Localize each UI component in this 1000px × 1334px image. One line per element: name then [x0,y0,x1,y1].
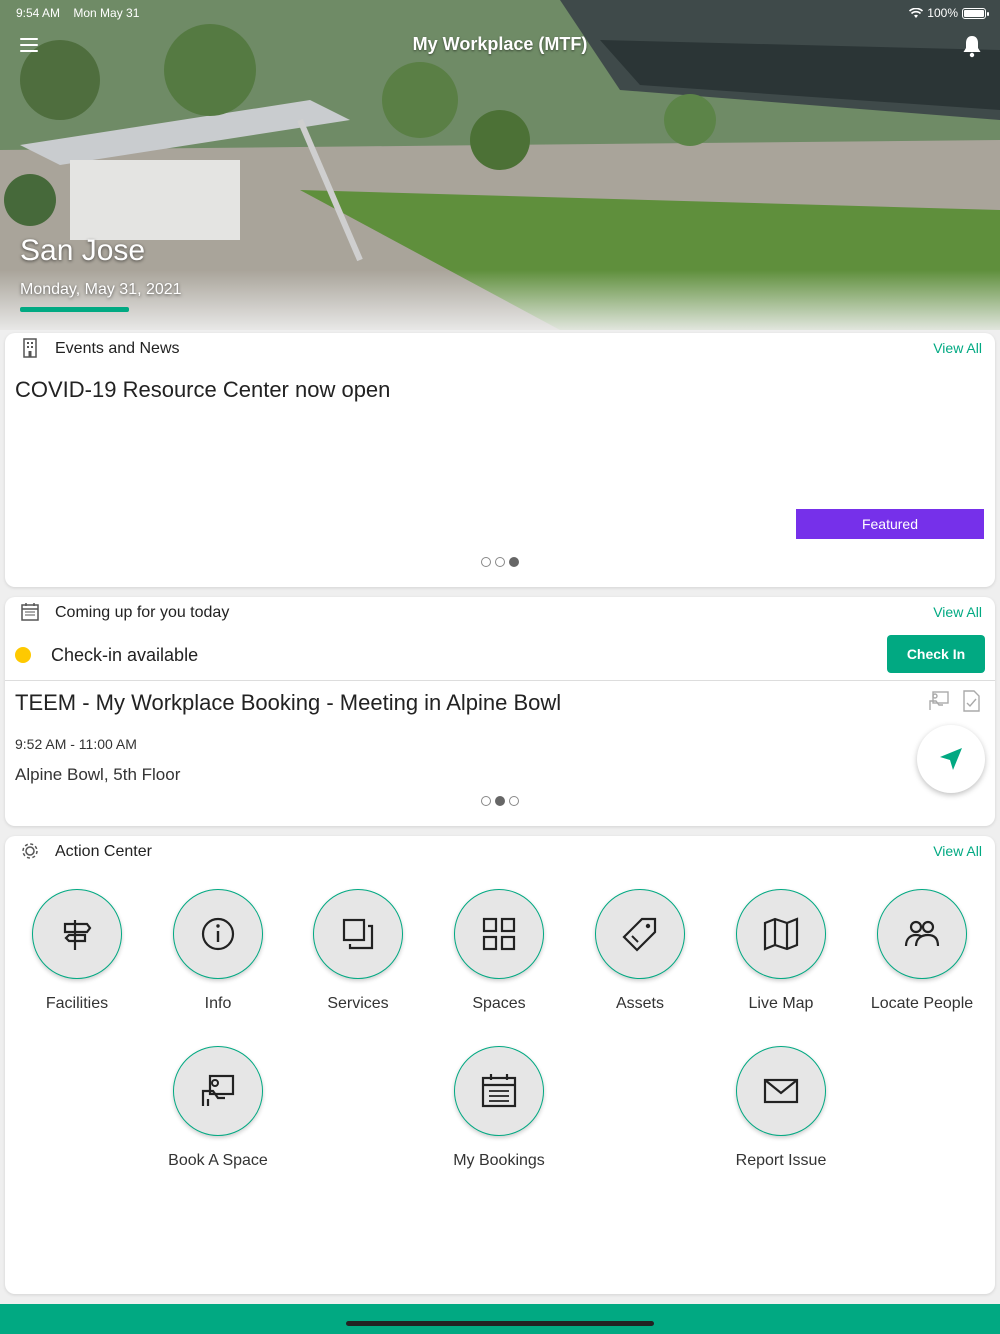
people-icon [904,920,940,947]
action-center-header: Action Center View All [5,836,995,866]
action-center-card: Action Center View All Facilities Info S… [5,836,995,1294]
map-icon [763,917,799,951]
navigate-button[interactable] [917,725,985,793]
hero-fade [0,270,1000,330]
checkin-status-dot [15,647,31,663]
location-name: San Jose [20,234,146,267]
tile-label: My Bookings [453,1152,545,1169]
events-view-all-link[interactable]: View All [933,340,982,356]
my-bookings-button[interactable] [454,1046,544,1136]
app-title: My Workplace (MTF) [412,34,588,54]
date-underline [20,307,129,312]
calendar-icon [481,1074,517,1108]
today-page-indicator[interactable] [5,796,995,806]
events-header: Events and News View All [5,333,995,363]
grid-icon [482,917,516,951]
today-card: Coming up for you today View All Check-i… [5,597,995,826]
status-time: 9:54 AM [16,6,61,20]
wifi-icon [909,7,924,18]
info-button[interactable] [173,889,263,979]
action-tile-report-issue[interactable]: Report Issue [716,1046,846,1170]
book-space-small-icon[interactable] [927,689,951,713]
booking-location: Alpine Bowl, 5th Floor [15,765,181,784]
tile-label: Facilities [45,995,109,1012]
page-dot[interactable] [481,557,491,567]
gear-icon [22,843,38,859]
page-dot[interactable] [481,796,491,806]
tile-label: Report Issue [735,1152,827,1169]
spaces-button[interactable] [454,889,544,979]
tile-label: Spaces [472,995,526,1012]
status-indicators: 100% [909,6,989,20]
action-tile-book-a-space[interactable]: Book A Space [153,1046,283,1170]
locate-people-button[interactable] [877,889,967,979]
home-indicator[interactable] [346,1321,654,1326]
tile-label: Assets [615,995,664,1012]
action-tile-locate-people[interactable]: Locate People [857,889,987,1013]
tile-label: Live Map [748,995,814,1012]
tile-label: Locate People [870,995,974,1012]
info-icon [201,917,235,951]
page-dot-active[interactable] [509,557,519,567]
tile-label: Book A Space [168,1152,268,1169]
tile-label: Services [327,995,389,1012]
today-header: Coming up for you today View All [5,597,995,627]
page-dot[interactable] [495,557,505,567]
events-card: Events and News View All COVID-19 Resour… [5,333,995,587]
status-time-date: 9:54 AM Mon May 31 [16,6,149,20]
checklist-icon[interactable] [959,689,983,713]
action-tile-live-map[interactable]: Live Map [716,889,846,1013]
action-center-view-all-link[interactable]: View All [933,843,982,859]
status-date: Mon May 31 [73,6,140,20]
action-tile-assets[interactable]: Assets [575,889,705,1013]
featured-badge: Featured [796,509,984,539]
bell-icon[interactable] [960,34,984,58]
checkin-status: Check-in available [51,645,199,665]
book-space-icon [201,1074,235,1106]
action-center-title: Action Center [55,843,152,860]
today-title: Coming up for you today [55,604,230,621]
booking-time: 9:52 AM - 11:00 AM [15,736,137,752]
signpost-icon [63,920,92,950]
calendar-small-icon [21,603,39,621]
action-tile-services[interactable]: Services [293,889,423,1013]
page-dot-active[interactable] [495,796,505,806]
hero-banner: 9:54 AM Mon May 31 100% My Workplace (MT… [0,0,1000,330]
page-dot[interactable] [509,796,519,806]
navigation-arrow-icon [940,748,962,770]
action-tile-my-bookings[interactable]: My Bookings [434,1046,564,1170]
facilities-button[interactable] [32,889,122,979]
check-in-button[interactable]: Check In [887,635,985,673]
events-headline[interactable]: COVID-19 Resource Center now open [15,377,390,403]
checkin-row: Check-in available Check In [5,635,995,681]
today-view-all-link[interactable]: View All [933,604,982,620]
battery-icon [962,7,989,19]
tag-icon [622,917,657,952]
tile-label: Info [204,995,232,1012]
status-bar: 9:54 AM Mon May 31 100% [16,4,989,22]
action-tile-facilities[interactable]: Facilities [12,889,142,1013]
battery-percent: 100% [927,6,958,20]
building-icon [23,338,37,358]
services-icon [342,918,374,950]
action-tile-info[interactable]: Info [153,889,283,1013]
booking-title[interactable]: TEEM - My Workplace Booking - Meeting in… [15,690,561,716]
assets-button[interactable] [595,889,685,979]
battery-level [964,9,984,17]
services-button[interactable] [313,889,403,979]
live-map-button[interactable] [736,889,826,979]
mail-icon [763,1078,799,1104]
action-tile-spaces[interactable]: Spaces [434,889,564,1013]
report-issue-button[interactable] [736,1046,826,1136]
events-page-indicator[interactable] [5,557,995,567]
book-a-space-button[interactable] [173,1046,263,1136]
booking-actions [927,689,983,713]
events-title: Events and News [55,340,180,357]
current-date: Monday, May 31, 2021 [20,281,182,298]
bottom-bar [0,1304,1000,1334]
